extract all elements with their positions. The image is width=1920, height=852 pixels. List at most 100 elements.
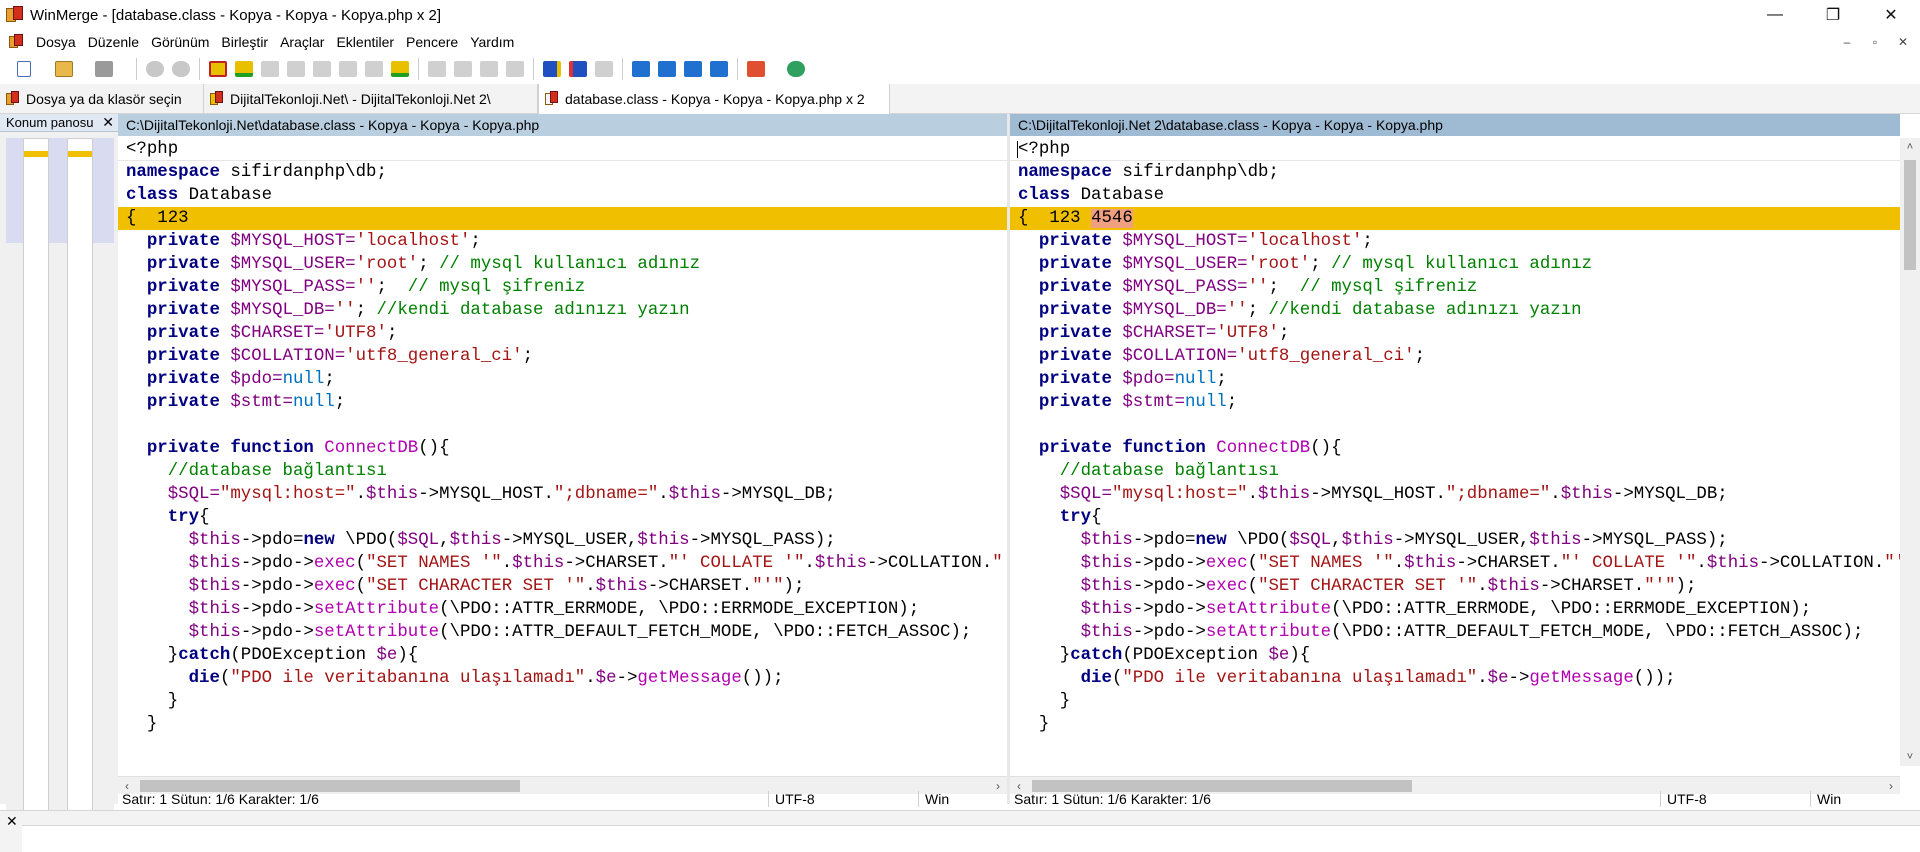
code-line[interactable]: try{ <box>1010 506 1900 529</box>
code-line[interactable]: } <box>118 713 1007 736</box>
code-line[interactable]: private $MYSQL_HOST='localhost'; <box>1010 230 1900 253</box>
open-folder-icon[interactable] <box>52 57 76 81</box>
copy-right-advance-icon[interactable] <box>477 57 501 81</box>
code-line[interactable]: private $MYSQL_HOST='localhost'; <box>118 230 1007 253</box>
code-line[interactable]: } <box>1010 713 1900 736</box>
document-menu-icon[interactable] <box>8 34 24 50</box>
code-line[interactable]: <?php <box>1010 138 1900 161</box>
code-line[interactable]: { 123 4546 <box>1010 207 1900 230</box>
code-line[interactable]: $this->pdo->exec("SET NAMES '".$this->CH… <box>1010 552 1900 575</box>
code-line[interactable]: class Database <box>118 184 1007 207</box>
code-line[interactable]: private $MYSQL_DB=''; //kendi database a… <box>1010 299 1900 322</box>
code-line[interactable]: private function ConnectDB(){ <box>1010 437 1900 460</box>
code-line[interactable]: }catch(PDOException $e){ <box>118 644 1007 667</box>
menu-dosya[interactable]: Dosya <box>30 34 82 50</box>
code-line[interactable] <box>118 414 1007 437</box>
encoding[interactable]: UTF-8 <box>768 791 815 807</box>
code-line[interactable]: $this->pdo->exec("SET CHARACTER SET '".$… <box>1010 575 1900 598</box>
next-file-icon[interactable] <box>681 57 705 81</box>
code-line[interactable]: private $MYSQL_PASS=''; // mysql şifreni… <box>118 276 1007 299</box>
location-pane-close-button[interactable]: ✕ <box>102 114 114 131</box>
code-line[interactable]: $this->pdo->setAttribute(\PDO::ATTR_DEFA… <box>1010 621 1900 644</box>
tab-file-compare[interactable]: database.class - Kopya - Kopya - Kopya.p… <box>538 84 890 114</box>
prev-file-icon[interactable] <box>655 57 679 81</box>
line-ending[interactable]: Win <box>918 791 949 807</box>
code-line[interactable]: namespace sifirdanphp\db; <box>1010 161 1900 184</box>
prev-diff-up-icon[interactable] <box>258 57 282 81</box>
location-map[interactable] <box>6 138 114 820</box>
code-line[interactable]: <?php <box>118 138 1007 161</box>
code-line[interactable]: $this->pdo->setAttribute(\PDO::ATTR_ERRM… <box>118 598 1007 621</box>
code-line[interactable]: private $MYSQL_USER='root'; // mysql kul… <box>118 253 1007 276</box>
refresh-icon[interactable] <box>784 57 808 81</box>
diff-pane-close-button[interactable]: ✕ <box>6 813 18 830</box>
code-line[interactable]: private $COLLATION='utf8_general_ci'; <box>118 345 1007 368</box>
tab-folder-compare[interactable]: DijitalTekonloji.Net\ - DijitalTekonloji… <box>204 84 538 113</box>
code-line[interactable]: } <box>1010 690 1900 713</box>
vertical-scrollbar[interactable]: ˄ ˅ <box>1900 138 1920 766</box>
last-file-icon[interactable] <box>707 57 731 81</box>
code-line[interactable]: private function ConnectDB(){ <box>118 437 1007 460</box>
line-ending[interactable]: Win <box>1810 791 1841 807</box>
current-diff-icon[interactable] <box>206 57 230 81</box>
code-line[interactable]: $this->pdo->setAttribute(\PDO::ATTR_ERRM… <box>1010 598 1900 621</box>
code-line[interactable]: private $MYSQL_DB=''; //kendi database a… <box>118 299 1007 322</box>
mdi-minimize-button[interactable]: – <box>1838 35 1856 49</box>
restore-button[interactable]: ❐ <box>1804 0 1862 30</box>
menu-duzenle[interactable]: Düzenle <box>82 34 145 50</box>
scroll-thumb[interactable] <box>1904 160 1916 270</box>
code-line[interactable]: $this->pdo=new \PDO($SQL,$this->MYSQL_US… <box>1010 529 1900 552</box>
next-diff-down-icon[interactable] <box>232 57 256 81</box>
copy-right-icon[interactable] <box>425 57 449 81</box>
code-line[interactable]: $this->pdo->setAttribute(\PDO::ATTR_DEFA… <box>118 621 1007 644</box>
all-right-icon[interactable] <box>540 57 564 81</box>
prev-conflict-icon[interactable] <box>336 57 360 81</box>
options-icon[interactable] <box>744 57 768 81</box>
new-document-icon[interactable] <box>12 57 36 81</box>
code-line[interactable] <box>1010 414 1900 437</box>
save-dropdown-icon[interactable] <box>118 57 130 81</box>
scroll-up-arrow-icon[interactable]: ˄ <box>1900 138 1920 156</box>
code-line[interactable]: private $MYSQL_USER='root'; // mysql kul… <box>1010 253 1900 276</box>
copy-left-icon[interactable] <box>451 57 475 81</box>
all-diffs-icon[interactable] <box>388 57 412 81</box>
menu-araclar[interactable]: Araçlar <box>274 34 330 50</box>
all-left-icon[interactable] <box>566 57 590 81</box>
code-line[interactable]: //database bağlantısı <box>1010 460 1900 483</box>
next-conflict-icon[interactable] <box>362 57 386 81</box>
mdi-restore-button[interactable]: ▫ <box>1866 35 1884 49</box>
code-line[interactable]: die("PDO ile veritabanına ulaşılamadı".$… <box>118 667 1007 690</box>
menu-pencere[interactable]: Pencere <box>400 34 464 50</box>
code-line[interactable]: //database bağlantısı <box>118 460 1007 483</box>
code-line[interactable]: }catch(PDOException $e){ <box>1010 644 1900 667</box>
code-line[interactable]: $SQL="mysql:host=".$this->MYSQL_HOST.";d… <box>1010 483 1900 506</box>
compare-icon[interactable] <box>592 57 616 81</box>
diff-detail-editor[interactable] <box>22 825 1920 852</box>
redo-icon[interactable] <box>169 57 193 81</box>
code-line[interactable]: $this->pdo=new \PDO($SQL,$this->MYSQL_US… <box>118 529 1007 552</box>
code-line[interactable]: private $stmt=null; <box>118 391 1007 414</box>
code-line[interactable]: private $COLLATION='utf8_general_ci'; <box>1010 345 1900 368</box>
scroll-down-arrow-icon[interactable]: ˅ <box>1900 748 1920 766</box>
menu-birlestir[interactable]: Birleştir <box>215 34 274 50</box>
code-line[interactable]: class Database <box>1010 184 1900 207</box>
menu-eklentiler[interactable]: Eklentiler <box>330 34 400 50</box>
code-line[interactable]: private $pdo=null; <box>118 368 1007 391</box>
menu-yardim[interactable]: Yardım <box>464 34 520 50</box>
code-line[interactable]: private $pdo=null; <box>1010 368 1900 391</box>
last-diff-icon[interactable] <box>310 57 334 81</box>
close-button[interactable]: ✕ <box>1862 0 1920 30</box>
code-line[interactable]: try{ <box>118 506 1007 529</box>
location-right-bar[interactable] <box>67 138 93 820</box>
new-dropdown-icon[interactable] <box>38 57 50 81</box>
code-line[interactable]: private $MYSQL_PASS=''; // mysql şifreni… <box>1010 276 1900 299</box>
undo-icon[interactable] <box>143 57 167 81</box>
mdi-close-button[interactable]: ✕ <box>1894 35 1912 49</box>
code-line[interactable]: namespace sifirdanphp\db; <box>118 161 1007 184</box>
encoding[interactable]: UTF-8 <box>1660 791 1707 807</box>
code-line[interactable]: die("PDO ile veritabanına ulaşılamadı".$… <box>1010 667 1900 690</box>
first-diff-icon[interactable] <box>284 57 308 81</box>
code-line[interactable]: } <box>118 690 1007 713</box>
save-icon[interactable] <box>92 57 116 81</box>
code-line[interactable]: $this->pdo->exec("SET NAMES '".$this->CH… <box>118 552 1007 575</box>
